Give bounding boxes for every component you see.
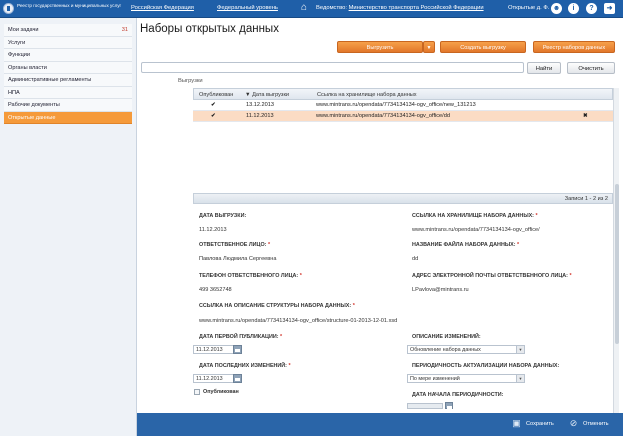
table-row-selected[interactable]: ✔ 11.12.2013 www.mintrans.ru/opendata/77…: [193, 111, 613, 122]
uploads-table: Опубликован ▼ Дата выгрузки Ссылка на хр…: [193, 88, 613, 122]
sidebar: Мои задачи 31 Услуги Функции Органы влас…: [0, 18, 137, 436]
structure-link-label: ССЫЛКА НА ОПИСАНИЕ СТРУКТУРЫ НАБОРА ДАНН…: [199, 303, 355, 309]
save-icon[interactable]: ▣: [511, 418, 522, 429]
sidebar-menu: Мои задачи 31 Услуги Функции Органы влас…: [4, 24, 132, 124]
upload-date-value: 11.12.2013: [199, 227, 227, 233]
user-icon[interactable]: ☻: [551, 3, 562, 14]
last-change-label: ДАТА ПОСЛЕДНИХ ИЗМЕНЕНИЙ: *: [199, 363, 291, 369]
save-button[interactable]: Сохранить: [526, 421, 554, 427]
changes-description-label: ОПИСАНИЕ ИЗМЕНЕНИЙ:: [412, 334, 481, 340]
selected-value: По мере изменений: [410, 376, 460, 382]
period-start-label: ДАТА НАЧАЛА ПЕРИОДИЧНОСТИ:: [412, 392, 504, 398]
sidebar-item-regulations[interactable]: Административные регламенты: [4, 74, 132, 87]
upload-dropdown-chevron-icon[interactable]: ▼: [423, 41, 435, 53]
chevron-down-icon[interactable]: ▼: [516, 375, 524, 382]
chevron-down-icon[interactable]: ▼: [516, 346, 524, 353]
sidebar-item-my-tasks[interactable]: Мои задачи 31: [4, 24, 132, 37]
selected-value: Обновление набора данных: [410, 347, 481, 353]
row-storage-link: www.mintrans.ru/opendata/7734134134-ogv_…: [316, 102, 476, 108]
calendar-icon[interactable]: [445, 402, 453, 409]
delete-icon[interactable]: ✖: [583, 111, 588, 122]
published-checkbox-label: Опубликован: [203, 389, 239, 395]
last-change-date-input[interactable]: 11.12.2013: [193, 374, 235, 383]
periodicity-label: ПЕРИОДИЧНОСТЬ АКТУАЛИЗАЦИИ НАБОРА ДАННЫХ…: [412, 363, 560, 369]
info-icon[interactable]: i: [568, 3, 579, 14]
calendar-icon[interactable]: [233, 345, 242, 354]
records-count: Записи 1 - 2 из 2: [564, 196, 608, 202]
nav-link-federal-level[interactable]: Федеральный уровень: [217, 5, 278, 11]
changes-description-select[interactable]: Обновление набора данных ▼: [407, 345, 525, 354]
task-count-badge: 31: [121, 27, 128, 33]
nav-link-russian-federation[interactable]: Российская Федерация: [131, 5, 194, 11]
email-value: LPavlova@mintrans.ru: [412, 287, 469, 293]
published-check-icon: ✔: [211, 102, 216, 108]
brand-title: Реестр государственных и муниципальных у…: [17, 3, 122, 8]
page-title: Наборы открытых данных: [140, 23, 279, 35]
row-upload-date: 13.12.2013: [246, 102, 274, 108]
structure-link-value: www.mintrans.ru/opendata/7734134134-ogv_…: [199, 318, 398, 324]
sidebar-item-npa[interactable]: НПА: [4, 86, 132, 99]
row-upload-date: 11.12.2013: [246, 113, 274, 119]
user-name[interactable]: Открытые д. Ф.: [508, 5, 549, 11]
sidebar-item-work-documents[interactable]: Рабочие документы: [4, 99, 132, 112]
help-icon[interactable]: ?: [586, 3, 597, 14]
file-name-label: НАЗВАНИЕ ФАЙЛА НАБОРА ДАННЫХ: *: [412, 242, 520, 248]
responsible-person-label: ОТВЕТСТВЕННОЕ ЛИЦО: *: [199, 242, 271, 248]
email-label: АДРЕС ЭЛЕКТРОННОЙ ПОЧТЫ ОТВЕТСТВЕННОГО Л…: [412, 273, 572, 279]
department-value[interactable]: Министерство транспорта Российской Федер…: [349, 5, 484, 11]
registry-button[interactable]: Реестр наборов данных: [533, 41, 615, 53]
sidebar-item-authorities[interactable]: Органы власти: [4, 61, 132, 74]
create-upload-button[interactable]: Создать выгрузку: [440, 41, 526, 53]
search-input[interactable]: [141, 62, 524, 73]
sidebar-item-services[interactable]: Услуги: [4, 36, 132, 49]
registry-logo-icon: [3, 3, 14, 14]
phone-label: ТЕЛЕФОН ОТВЕТСТВЕННОГО ЛИЦА: *: [199, 273, 302, 279]
upload-date-label: ДАТА ВЫГРУЗКИ:: [199, 213, 247, 219]
vertical-scrollbar[interactable]: [613, 88, 619, 422]
first-publication-date-input[interactable]: 11.12.2013: [193, 345, 235, 354]
period-start-date-input[interactable]: [407, 403, 443, 409]
top-bar: Реестр государственных и муниципальных у…: [0, 0, 623, 18]
periodicity-select[interactable]: По мере изменений ▼: [407, 374, 525, 383]
calendar-icon[interactable]: [233, 374, 242, 383]
published-check-icon: ✔: [211, 113, 216, 119]
clear-button[interactable]: Очистить: [567, 62, 615, 74]
phone-value: 499 3652748: [199, 287, 232, 293]
department-selector[interactable]: Ведомство: Министерство транспорта Росси…: [316, 5, 484, 11]
home-icon[interactable]: ⌂: [301, 3, 307, 13]
first-publication-label: ДАТА ПЕРВОЙ ПУБЛИКАЦИИ: *: [199, 334, 283, 340]
pager-bar: Записи 1 - 2 из 2: [193, 193, 613, 204]
cancel-icon[interactable]: ⊘: [568, 418, 579, 429]
sidebar-item-label: Мои задачи: [8, 27, 39, 33]
department-label: Ведомство:: [316, 5, 347, 11]
file-name-value: dd: [412, 256, 419, 262]
storage-link-label: ССЫЛКА НА ХРАНИЛИЩЕ НАБОРА ДАННЫХ: *: [412, 213, 538, 219]
cancel-button[interactable]: Отменить: [583, 421, 609, 427]
table-header: Опубликован ▼ Дата выгрузки Ссылка на хр…: [193, 88, 613, 100]
sidebar-item-open-data[interactable]: Открытые данные: [4, 111, 132, 124]
scrollbar-thumb[interactable]: [615, 184, 619, 344]
table-row[interactable]: ✔ 13.12.2013 www.mintrans.ru/opendata/77…: [193, 100, 613, 111]
published-checkbox[interactable]: [194, 389, 200, 395]
row-storage-link: www.mintrans.ru/opendata/7734134134-ogv_…: [316, 113, 450, 119]
exit-icon[interactable]: ➜: [604, 3, 615, 14]
sidebar-item-functions[interactable]: Функции: [4, 49, 132, 62]
section-title-uploads: Выгрузки: [178, 78, 203, 84]
storage-link-value: www.mintrans.ru/opendata/7734134134-ogv_…: [412, 227, 540, 233]
responsible-person-value: Павлова Людмила Сергеевна: [199, 256, 277, 262]
upload-button[interactable]: Выгрузить: [337, 41, 423, 53]
find-button[interactable]: Найти: [527, 62, 561, 74]
column-header-label: Дата выгрузки: [252, 92, 290, 98]
main-panel: Наборы открытых данных Выгрузить ▼ Созда…: [137, 18, 623, 436]
bottom-action-bar: ▣ Сохранить ⊘ Отменить: [137, 413, 623, 436]
